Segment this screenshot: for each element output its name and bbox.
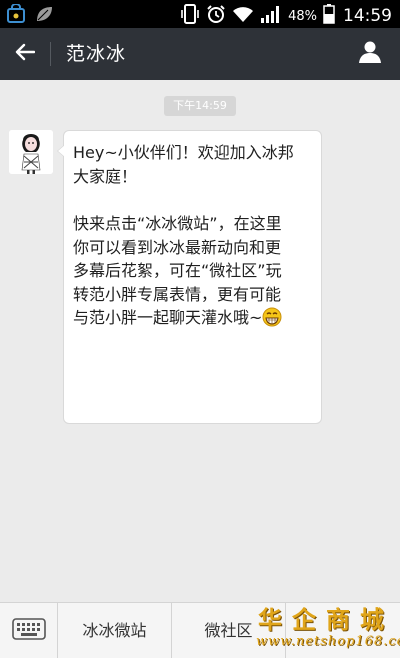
back-button[interactable] — [10, 40, 40, 68]
message-line: Hey~小伙伴们！欢迎加入冰邦 — [73, 143, 294, 162]
battery-percent: 48% — [288, 8, 317, 24]
status-right-icons: 48% 14:59 — [180, 3, 392, 29]
chat-header: 范冰冰 — [0, 28, 400, 80]
status-time: 14:59 — [343, 6, 392, 26]
message-line: 多幕后花絮，可在“微社区”玩 — [73, 261, 282, 280]
message-line: 大家庭！ — [73, 166, 138, 186]
battery-icon — [323, 4, 335, 28]
leaf-icon — [34, 4, 54, 28]
keyboard-toggle-button[interactable] — [0, 603, 58, 658]
message-line: 与范小胖一起聊天灌水哦~ — [73, 308, 263, 327]
watermark-title: 华企商城 — [258, 605, 394, 634]
page-title: 范冰冰 — [66, 43, 127, 65]
message-timestamp: 下午14:59 — [164, 96, 236, 116]
status-bar: 48% 14:59 — [0, 0, 400, 28]
shopping-bag-icon — [6, 3, 26, 28]
message-bubble[interactable]: Hey~小伙伴们！欢迎加入冰邦 大家庭！ 快来点击“冰冰微站”，在这里 你可以看… — [57, 130, 322, 424]
wifi-icon — [232, 5, 254, 27]
menu-item-bingbing-microsite[interactable]: 冰冰微站 — [58, 603, 172, 658]
phone-vibrate-icon — [180, 3, 200, 29]
status-left-icons — [6, 3, 54, 28]
message-line: 转范小胖专属表情，更有可能 — [73, 284, 282, 304]
signal-icon — [260, 5, 282, 27]
avatar[interactable] — [9, 130, 53, 174]
watermark-url: www.netshop168.com — [256, 634, 400, 649]
person-icon — [358, 40, 382, 68]
keyboard-icon — [11, 618, 46, 644]
header-divider — [50, 42, 51, 66]
message-line: 你可以看到冰冰最新动向和更 — [73, 237, 282, 257]
alarm-icon — [206, 4, 226, 28]
chat-area[interactable]: 下午14:59 Hey~小伙伴们！欢迎加入冰邦 大家庭！ 快来点击“冰冰微站”，… — [0, 80, 400, 602]
message-line-last: 与范小胖一起聊天灌水哦~ — [73, 306, 312, 334]
grinning-face-icon — [262, 307, 282, 334]
message-paragraph-2: 快来点击“冰冰微站”，在这里 你可以看到冰冰最新动向和更 多幕后花絮，可在“微社… — [73, 212, 312, 334]
back-arrow-icon — [15, 43, 36, 65]
message-paragraph-1: Hey~小伙伴们！欢迎加入冰邦 大家庭！ — [73, 141, 312, 188]
message-line: 快来点击“冰冰微站”，在这里 — [73, 214, 282, 233]
profile-button[interactable] — [356, 40, 384, 68]
